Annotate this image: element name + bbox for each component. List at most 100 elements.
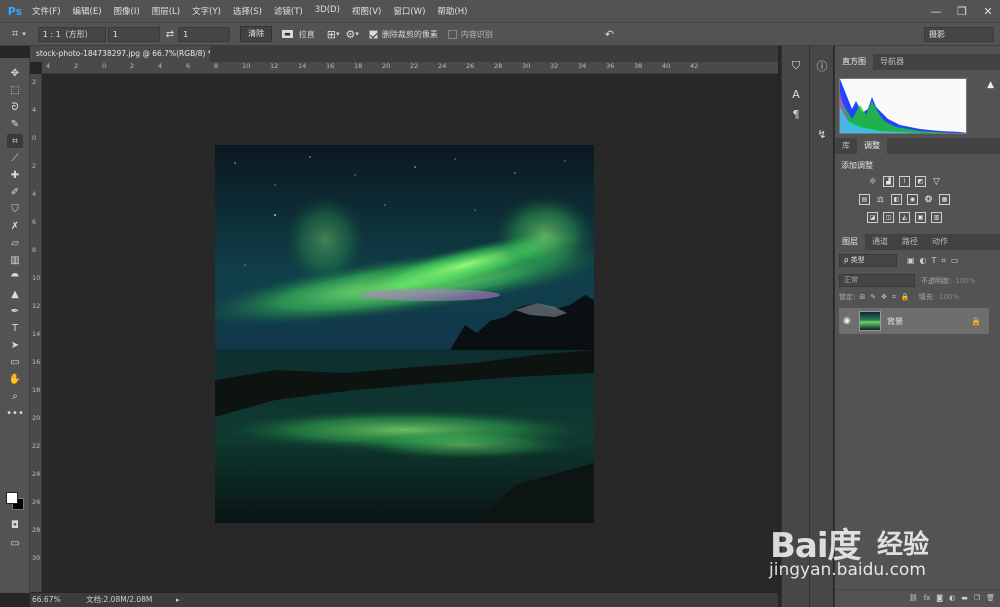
- menu-select[interactable]: 选择(S): [227, 5, 268, 17]
- levels-icon[interactable]: ▟: [883, 176, 894, 187]
- gear-icon[interactable]: ⚙: [345, 28, 355, 41]
- tab-layers[interactable]: 图层: [835, 234, 865, 250]
- menu-filter[interactable]: 滤镜(T): [268, 5, 309, 17]
- layer-background[interactable]: ◉ 背景 🔒: [839, 308, 989, 334]
- tab-actions[interactable]: 动作: [925, 234, 955, 250]
- delete-cropped-checkbox[interactable]: [368, 29, 378, 39]
- hue-icon[interactable]: ▤: [859, 194, 870, 205]
- eye-icon[interactable]: ◉: [843, 316, 851, 326]
- opacity-value[interactable]: 100%: [955, 277, 975, 285]
- fill-value[interactable]: 100%: [939, 293, 959, 301]
- menu-layer[interactable]: 图层(L): [146, 5, 186, 17]
- swap-icon[interactable]: ⇄: [166, 29, 174, 40]
- dodge-tool-icon[interactable]: ▲: [7, 287, 23, 301]
- bw-icon[interactable]: ◧: [891, 194, 902, 205]
- menu-edit[interactable]: 编辑(E): [67, 5, 108, 17]
- layer-filter-icons[interactable]: ▣◐T⌗▭: [907, 256, 964, 266]
- gradient-icon[interactable]: ▥: [7, 253, 23, 267]
- link-icon[interactable]: ⛓: [909, 594, 918, 602]
- history-icon[interactable]: ↯: [814, 126, 830, 142]
- more-tools-icon[interactable]: •••: [6, 406, 24, 420]
- zoom-tool-icon[interactable]: ⌕: [7, 389, 23, 403]
- trash-icon[interactable]: 🗑: [986, 594, 995, 602]
- status-arrow-icon[interactable]: ▸: [176, 593, 180, 607]
- layer-filter-select[interactable]: ρ 类型: [839, 254, 897, 267]
- type-tool-icon[interactable]: T: [7, 321, 23, 335]
- menu-3d[interactable]: 3D(D): [309, 5, 346, 17]
- minimize-button[interactable]: —: [930, 5, 942, 18]
- crop-tool-preset[interactable]: ⌗ ▾: [12, 27, 26, 41]
- tab-navigator[interactable]: 导航器: [873, 54, 911, 70]
- quick-mask-icon[interactable]: ◘: [7, 518, 23, 532]
- brightness-icon[interactable]: ☼: [867, 176, 878, 187]
- workspace-select[interactable]: 摄影: [924, 26, 994, 42]
- balance-icon[interactable]: ⚖: [875, 194, 886, 205]
- menu-file[interactable]: 文件(F): [26, 5, 67, 17]
- screen-mode-icon[interactable]: ▭: [7, 536, 23, 550]
- folder-icon[interactable]: ▬: [961, 594, 968, 602]
- color-lookup-icon[interactable]: ▦: [939, 194, 950, 205]
- channel-mixer-icon[interactable]: ❂: [923, 194, 934, 205]
- photo-filter-icon[interactable]: ◉: [907, 194, 918, 205]
- eraser-icon[interactable]: ▱: [7, 236, 23, 250]
- close-button[interactable]: ✕: [982, 5, 994, 18]
- character-icon[interactable]: A: [788, 86, 804, 102]
- eyedropper-icon[interactable]: ⟋: [7, 151, 23, 165]
- path-select-icon[interactable]: ➤: [7, 338, 23, 352]
- pen-tool-icon[interactable]: ✒: [7, 304, 23, 318]
- fx-icon[interactable]: fx: [924, 594, 931, 602]
- document-size[interactable]: 文档:2.08M/2.08M: [86, 593, 152, 607]
- posterize-icon[interactable]: ◫: [883, 212, 894, 223]
- menu-type[interactable]: 文字(Y): [186, 5, 227, 17]
- crop-tool-icon[interactable]: ⌗: [7, 134, 23, 148]
- lasso-tool-icon[interactable]: ᘐ: [7, 100, 23, 114]
- restore-button[interactable]: ❐: [956, 5, 968, 18]
- aurora-photo[interactable]: [215, 145, 594, 523]
- shape-tool-icon[interactable]: ▭: [7, 355, 23, 369]
- move-tool-icon[interactable]: ✥: [7, 66, 23, 80]
- menu-window[interactable]: 窗口(W): [387, 5, 431, 17]
- tab-library[interactable]: 库: [835, 138, 857, 154]
- ratio-height-input[interactable]: 1: [178, 26, 231, 42]
- grid-overlay-icon[interactable]: ⊞: [327, 28, 336, 41]
- exposure-icon[interactable]: ◩: [915, 176, 926, 187]
- tab-paths[interactable]: 路径: [895, 234, 925, 250]
- straighten-label[interactable]: 拉直: [299, 29, 315, 40]
- blend-mode-select[interactable]: 正常: [839, 274, 915, 287]
- marquee-tool-icon[interactable]: ⬚: [7, 83, 23, 97]
- ratio-width-input[interactable]: 1: [107, 26, 160, 42]
- info-icon[interactable]: ⓘ: [814, 58, 830, 74]
- blur-tool-icon[interactable]: ⯊: [7, 270, 23, 284]
- layer-name[interactable]: 背景: [887, 316, 903, 327]
- clone-source-icon[interactable]: ⛉: [788, 58, 804, 74]
- mask-icon[interactable]: ◙: [936, 594, 943, 602]
- new-layer-icon[interactable]: ❐: [974, 594, 980, 602]
- horizontal-ruler[interactable]: 4 2 0 2 4 6 8 10 12 14 16 18 20 22 24 26 28 30 32 34 36 38 40 4…: [42, 62, 778, 74]
- ratio-select[interactable]: 1 : 1（方形）: [37, 26, 106, 42]
- curves-icon[interactable]: ⌇: [899, 176, 910, 187]
- vertical-ruler[interactable]: 2 4 0 2 4 6 8 10 12 14 16 18 20 22 24 26 28 30: [30, 74, 42, 592]
- tab-adjustments[interactable]: 调整: [857, 138, 887, 154]
- tab-channels[interactable]: 通道: [865, 234, 895, 250]
- menu-image[interactable]: 图像(I): [108, 5, 146, 17]
- clone-stamp-icon[interactable]: ⛉: [7, 202, 23, 216]
- selective-color-icon[interactable]: ▣: [915, 212, 926, 223]
- menu-view[interactable]: 视图(V): [346, 5, 387, 17]
- reset-icon[interactable]: ↶: [605, 28, 614, 41]
- healing-brush-icon[interactable]: ✚: [7, 168, 23, 182]
- zoom-level[interactable]: 66.67%: [32, 593, 61, 607]
- brush-tool-icon[interactable]: ✐: [7, 185, 23, 199]
- hand-tool-icon[interactable]: ✋: [7, 372, 23, 386]
- tab-histogram[interactable]: 直方图: [835, 54, 873, 70]
- foreground-color-swatch[interactable]: [6, 492, 18, 504]
- straighten-icon[interactable]: ▬: [282, 30, 293, 38]
- quick-select-icon[interactable]: ✎: [7, 117, 23, 131]
- invert-icon[interactable]: ◪: [867, 212, 878, 223]
- clear-button[interactable]: 清除: [240, 26, 273, 42]
- document-tab[interactable]: stock-photo-184738297.jpg @ 66.7%(RGB/8)…: [30, 46, 210, 62]
- paragraph-icon[interactable]: ¶: [788, 106, 804, 122]
- gradient-map-icon[interactable]: ▥: [931, 212, 942, 223]
- histogram-warning-icon[interactable]: ▲: [987, 80, 994, 90]
- threshold-icon[interactable]: ◭: [899, 212, 910, 223]
- menu-help[interactable]: 帮助(H): [431, 5, 473, 17]
